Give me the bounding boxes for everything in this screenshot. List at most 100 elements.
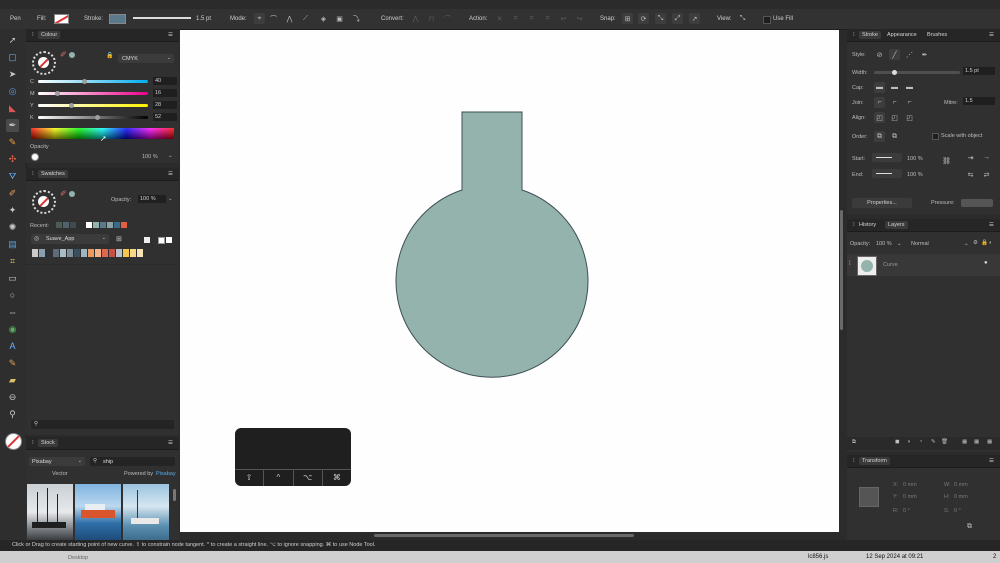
layer-name[interactable]: Curve [883,262,898,268]
stroke-width-slider[interactable] [133,17,191,19]
solid-line-icon[interactable]: ╱ [889,49,900,60]
s-value[interactable]: 0 ° [954,508,961,514]
snap-to-angles-icon[interactable]: ↗ [689,13,700,24]
zoom-tool-icon[interactable]: ⚲ [6,408,19,421]
crop-tool-icon[interactable]: ⌗ [6,255,19,268]
vertical-scrollbar[interactable] [840,210,843,330]
fill-stroke-selector[interactable] [32,51,56,75]
auto-close-icon[interactable]: ⤵ [351,13,362,24]
end-percent[interactable]: 100 % [907,172,923,178]
colour-panel-title[interactable]: Colour [38,31,61,39]
palette-swatch[interactable] [60,249,66,257]
palette-swatch[interactable] [53,249,59,257]
tool-color-well[interactable] [5,433,22,450]
measure-tool-icon[interactable]: ▰ [6,374,19,387]
width-slider[interactable] [874,70,960,75]
brush-fill-icon[interactable]: ✎ [931,439,936,445]
no-line-icon[interactable]: ⊘ [874,49,885,60]
convert-smooth-icon[interactable]: ⊓ [426,13,437,24]
chevron-down-icon[interactable]: ⌄ [168,153,173,159]
snap-to-geometry-icon[interactable]: ⊞ [622,13,633,24]
snap-to-curves-icon[interactable]: ⟳ [638,13,649,24]
panel-menu-icon[interactable]: ☰ [168,440,173,446]
transparency-tool-icon[interactable]: ✦ [6,204,19,217]
tab-stroke[interactable]: Stroke [859,31,881,39]
start-percent[interactable]: 100 % [907,156,923,162]
palette-grid-icon[interactable]: ⊞ [116,235,122,243]
anchor-selector[interactable] [859,487,879,507]
show-handles-icon[interactable]: ⤡ [737,13,748,24]
palette-swatch[interactable] [109,249,115,257]
swatch-search-input[interactable]: ⚲ [31,420,174,429]
mitre-value[interactable]: 1.5 [963,97,995,105]
transform-panel-title[interactable]: Transform [859,457,890,465]
gear-icon[interactable]: ⚙ [973,240,978,246]
stock-thumbnail[interactable] [27,484,73,540]
use-fill-checkbox[interactable] [763,16,771,24]
fill-tool-icon[interactable]: ⛛ [6,170,19,183]
vector-brush-icon[interactable]: ✣ [6,153,19,166]
square-cap-icon[interactable]: ▬ [904,82,915,93]
add-layer-icon[interactable]: ▦ [987,439,992,445]
smart-mode-icon[interactable]: ⌒ [268,13,279,24]
channel-y-value[interactable]: 28 [153,101,177,109]
panel-menu-icon[interactable]: ☰ [168,171,173,177]
eyedropper-tool-icon[interactable]: ✎ [6,357,19,370]
palette-swatch[interactable] [95,249,101,257]
dash-line-icon[interactable]: ⋰ [904,49,915,60]
blend-mode-value[interactable]: Normal [911,241,929,247]
stroke-front-icon[interactable]: ⧉ [889,131,900,142]
palette-swatch[interactable] [116,249,122,257]
width-value[interactable]: 1.5 pt [963,67,995,75]
text-tool-icon[interactable]: A [6,340,19,353]
butt-cap-icon[interactable]: ▬ [874,82,885,93]
opacity-value[interactable]: 100 % [142,154,158,160]
pencil-tool-icon[interactable]: ✎ [6,136,19,149]
lock-icon[interactable]: 🔒 [981,240,988,246]
pen-tool-icon[interactable]: ✒ [6,119,19,132]
panel-menu-icon[interactable]: ☰ [168,32,173,38]
channel-k-value[interactable]: 52 [153,113,177,121]
w-value[interactable]: 0 mm [954,482,968,488]
powered-by-brand[interactable]: Pixabay [156,471,176,477]
layer-row[interactable]: ⁞ Curve ● [847,254,1000,276]
channel-m-value[interactable]: 16 [153,89,177,97]
contour-tool-icon[interactable]: ◎ [6,85,19,98]
palette-dropdown[interactable]: ◎ Suave_App ⌄ [31,234,109,244]
arrow-tool-icon[interactable]: ⇔ [6,306,19,319]
layer-opacity-value[interactable]: 100 % [876,241,892,247]
round-join-icon[interactable]: ⌐ [889,97,900,108]
palette-swatch[interactable] [39,249,45,257]
palette-swatch[interactable] [74,249,80,257]
color-picker-icon[interactable]: ✐ [6,187,19,200]
corner-tool-icon[interactable]: ◣ [6,102,19,115]
texture-line-icon[interactable]: ✒ [919,49,930,60]
properties-button[interactable]: Properties... [852,198,912,208]
panel-grip-icon[interactable]: ⁝ [853,458,855,464]
swatches-panel-title[interactable]: Swatches [38,170,68,178]
stroke-width-value[interactable]: 1.5 pt [196,16,211,22]
palette-swatch[interactable] [81,249,87,257]
chevron-down-icon[interactable]: ⌄ [168,196,173,202]
align-outside-icon[interactable]: ◰ [904,112,915,123]
palette-swatch[interactable] [46,249,52,257]
close-curve-icon[interactable]: ⌗ [510,13,521,24]
panel-grip-icon[interactable]: ⁝ [32,440,34,446]
bevel-join-icon[interactable]: ⌐ [904,97,915,108]
palette-swatch[interactable] [102,249,108,257]
delete-layer-icon[interactable]: 🗑 [941,439,948,445]
file-label[interactable]: lc856.js [808,554,828,560]
tab-appearance[interactable]: Appearance [887,32,917,38]
pressure-graph[interactable] [961,199,993,207]
channel-k-slider[interactable] [38,115,148,120]
live-filter-icon[interactable]: ◔ [919,439,922,445]
view-tool-icon[interactable]: ⊖ [6,391,19,404]
break-curve-icon[interactable]: ✕ [494,13,505,24]
channel-y-slider[interactable] [38,103,148,108]
end-arrowhead-dropdown[interactable] [872,169,902,178]
tab-layers[interactable]: Layers [885,221,908,229]
document-canvas[interactable]: ⇧ ^ ⌥ ⌘ [180,30,839,532]
recent-swatch[interactable] [70,222,76,228]
panel-menu-icon[interactable]: ☰ [989,458,994,464]
stock-source-dropdown[interactable]: Pixabay ⌄ [29,457,85,466]
